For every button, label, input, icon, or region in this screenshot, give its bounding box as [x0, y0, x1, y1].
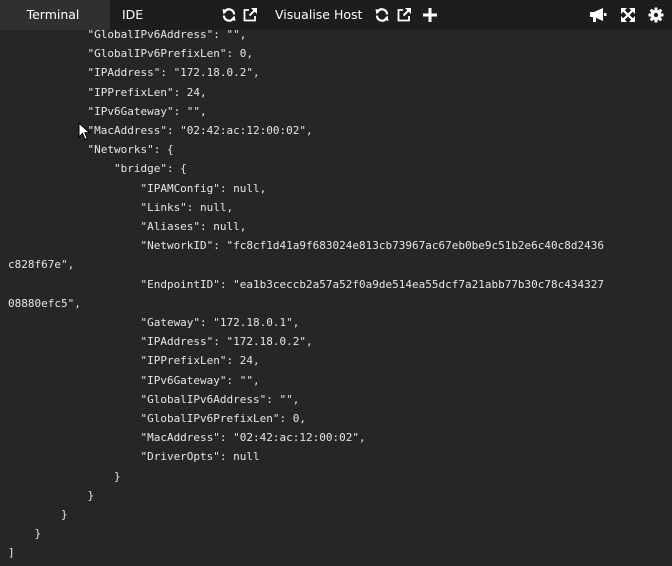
- terminal-line: "Gateway": "172.18.0.1",: [8, 316, 300, 329]
- terminal-line: "DriverOpts": null: [8, 450, 260, 464]
- terminal-line: "GlobalIPv6PrefixLen": 0,: [8, 47, 254, 61]
- megaphone-icon[interactable]: [589, 7, 607, 23]
- terminal-line: }: [8, 508, 68, 521]
- terminal-line: c828f67e",: [8, 258, 75, 272]
- gear-icon[interactable]: [648, 7, 664, 23]
- terminal-line: "Links": null,: [8, 200, 234, 214]
- terminal-line: }: [8, 488, 95, 502]
- terminal-line: "IPv6Gateway": "",: [8, 373, 260, 387]
- visualise-host-label[interactable]: Visualise Host: [275, 0, 362, 30]
- host-external-link-icon[interactable]: [396, 7, 412, 23]
- terminal-line: "Networks": {: [8, 143, 174, 157]
- tab-ide[interactable]: IDE: [122, 0, 144, 30]
- terminal-line: "GlobalIPv6Address": "",: [8, 392, 300, 406]
- expand-icon[interactable]: [620, 7, 636, 23]
- mouse-cursor-icon: [78, 122, 91, 141]
- terminal-line: 08880efc5",: [8, 296, 81, 310]
- add-host-plus-icon[interactable]: [422, 7, 438, 23]
- terminal-line: "IPAMConfig": null,: [8, 181, 267, 195]
- terminal-line: "IPPrefixLen": 24,: [8, 85, 207, 99]
- ide-external-link-icon[interactable]: [242, 7, 258, 23]
- terminal-line: "Aliases": null,: [8, 220, 247, 233]
- top-toolbar: Terminal IDE Visualise Host: [0, 0, 672, 30]
- terminal-line: "IPAddress": "172.18.0.2",: [8, 335, 313, 349]
- terminal-line: "IPPrefixLen": 24,: [8, 354, 260, 368]
- terminal-output[interactable]: "GlobalIPv6Address": "", "GlobalIPv6Pref…: [0, 30, 672, 566]
- terminal-line: "MacAddress": "02:42:ac:12:00:02",: [8, 124, 313, 137]
- terminal-line: "NetworkID": "fc8cf1d41a9f683024e813cb73…: [8, 239, 605, 253]
- terminal-line: "GlobalIPv6Address": "",: [8, 30, 247, 41]
- terminal-line: }: [8, 469, 121, 483]
- terminal-line: "IPv6Gateway": "",: [8, 104, 207, 118]
- terminal-line: "bridge": {: [8, 162, 187, 176]
- terminal-line: }: [8, 527, 42, 541]
- terminal-line: "EndpointID": "ea1b3ceccb2a57a52f0a9de51…: [8, 277, 605, 291]
- tab-terminal[interactable]: Terminal: [0, 0, 110, 30]
- terminal-line: ]: [8, 546, 15, 560]
- host-refresh-icon[interactable]: [374, 7, 390, 23]
- terminal-line: "MacAddress": "02:42:ac:12:00:02",: [8, 431, 366, 445]
- terminal-line: "GlobalIPv6PrefixLen": 0,: [8, 412, 307, 425]
- ide-refresh-icon[interactable]: [221, 7, 237, 23]
- terminal-line: "IPAddress": "172.18.0.2",: [8, 66, 260, 80]
